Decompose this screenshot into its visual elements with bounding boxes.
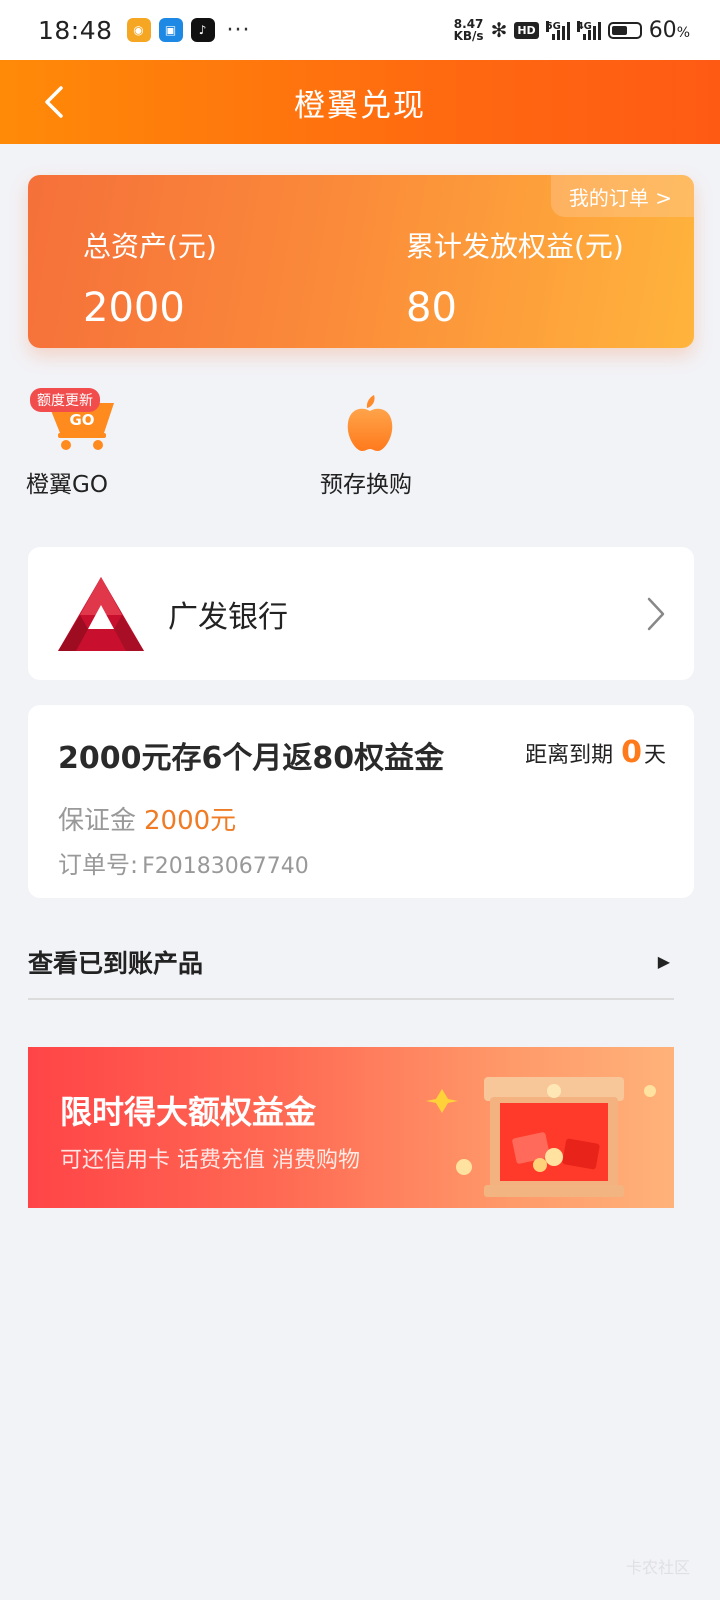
view-arrived-products[interactable]: 查看已到账产品 ▶ [28, 925, 674, 1000]
tiktok-icon: ♪ [190, 18, 215, 42]
expiry-label: 距离到期 [525, 743, 614, 768]
battery-icon [607, 21, 642, 39]
chevron-right-icon [647, 597, 665, 630]
hd-icon: HD [514, 21, 539, 39]
back-button[interactable] [34, 82, 74, 122]
order-number: F20183067740 [142, 854, 309, 879]
total-assets-label: 总资产(元) [83, 230, 217, 263]
page-title: 橙翼兑现 [294, 87, 426, 124]
prestore-exchange-label: 预存换购 [320, 472, 412, 498]
play-arrow-icon: ▶ [657, 952, 670, 971]
signal-5g-icon: 5G [545, 20, 570, 40]
svg-text:GO: GO [69, 411, 94, 429]
quick-entries: 额度更新 GO 橙翼GO 预存换购 [0, 385, 720, 498]
bank-card[interactable]: 广发银行 [28, 547, 694, 680]
apple-icon [347, 395, 393, 451]
order-number-row: 订单号: F20183067740 [58, 845, 309, 880]
chevron-left-icon [45, 86, 63, 118]
bank-name: 广发银行 [168, 599, 288, 635]
total-assets-value: 2000 [83, 285, 185, 331]
cumulative-benefits-label: 累计发放权益(元) [406, 230, 624, 263]
cumulative-benefits: 累计发放权益(元) 80 [406, 225, 624, 331]
promo-subtitle: 可还信用卡 话费充值 消费购物 [60, 1148, 360, 1173]
status-bar: 18:48 ◉ ▣ ♪ ··· 8.47 KB/s ✻ HD 5G 4G 60% [0, 0, 720, 60]
prestore-exchange-entry[interactable]: 预存换购 [320, 385, 440, 498]
quota-update-badge: 额度更新 [30, 388, 100, 412]
promo-title: 限时得大额权益金 [60, 1093, 317, 1131]
signal-4g-icon: 4G [576, 20, 601, 40]
bank-logo-icon [58, 576, 144, 651]
promo-banner[interactable]: 限时得大额权益金 可还信用卡 话费充值 消费购物 [28, 1047, 674, 1208]
expiry-days: 0 [621, 735, 642, 770]
product-title: 2000元存6个月返80权益金 [58, 741, 445, 776]
asset-summary-card: 我的订单 > 总资产(元) 2000 累计发放权益(元) 80 [28, 175, 694, 348]
deposit-label: 保证金 [58, 806, 137, 836]
expiry-unit: 天 [643, 743, 666, 768]
status-app-icons: ◉ ▣ ♪ ··· [126, 17, 251, 43]
weibo-icon: ◉ [126, 18, 151, 42]
network-speed: 8.47 KB/s [453, 17, 484, 43]
deposit-amount: 2000元 [144, 806, 237, 836]
status-time: 18:48 [38, 15, 113, 45]
status-indicators: 8.47 KB/s ✻ HD 5G 4G 60% [454, 18, 690, 43]
more-notifications-icon: ··· [226, 17, 251, 43]
deposit-row: 保证金 2000元 [58, 800, 236, 837]
orange-go-label: 橙翼GO [26, 472, 108, 498]
product-card[interactable]: 2000元存6个月返80权益金 距离到期 0 天 保证金 2000元 订单号: F2… [28, 705, 694, 898]
app-notification-icon: ▣ [158, 18, 183, 42]
battery-percent: 60% [648, 17, 690, 43]
treasure-chest-icon [426, 1077, 656, 1197]
bluetooth-icon: ✻ [490, 18, 508, 42]
my-orders-button[interactable]: 我的订单 > [550, 175, 694, 217]
expiry-countdown: 距离到期 0 天 [525, 735, 666, 770]
cumulative-benefits-value: 80 [406, 285, 457, 331]
total-assets: 总资产(元) 2000 [83, 225, 217, 331]
order-number-label: 订单号: [58, 851, 139, 879]
arrived-products-label: 查看已到账产品 [28, 948, 204, 978]
watermark: 卡农社区 [625, 1558, 690, 1577]
app-header: 橙翼兑现 [0, 60, 720, 144]
orange-go-entry[interactable]: 额度更新 GO 橙翼GO [26, 385, 136, 498]
